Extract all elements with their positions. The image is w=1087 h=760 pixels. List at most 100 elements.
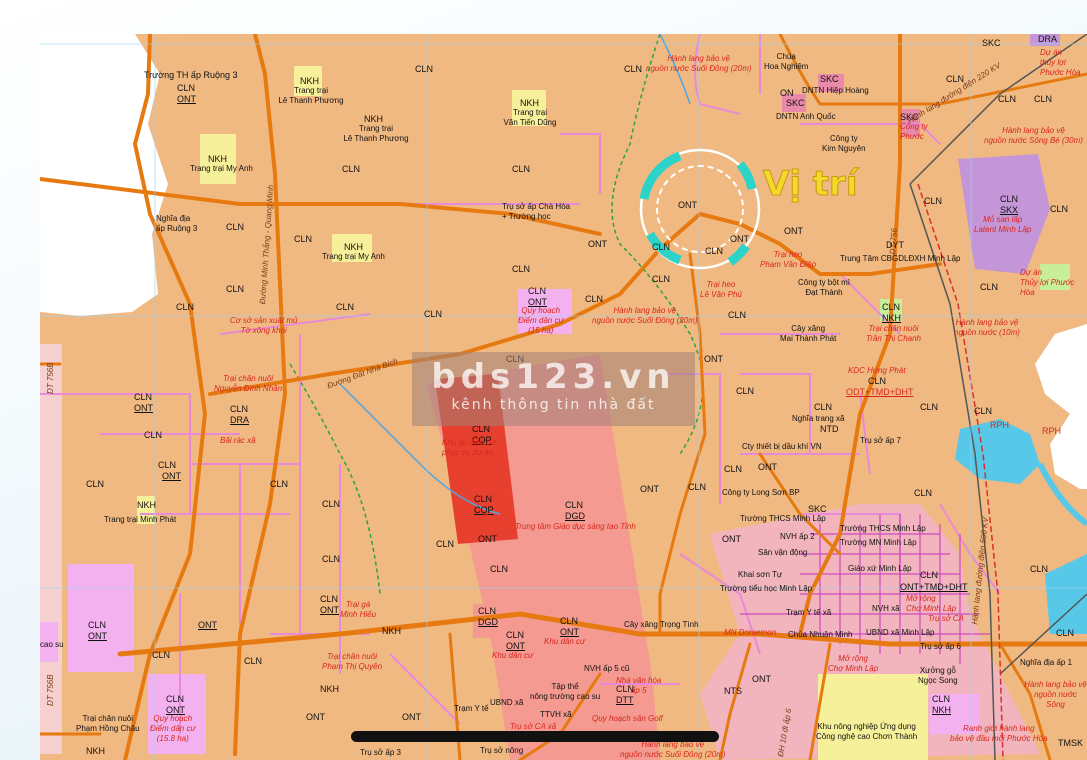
label-quy-hoach-dan-cu-15: Quy hoạch Điểm dân cư (15 ha) bbox=[518, 306, 564, 335]
label-hanh-lang-10m: Hành lang bảo vệ nguồn nước (10m) bbox=[954, 318, 1020, 337]
code-cln-a10: CLN bbox=[226, 284, 245, 294]
label-khu-dan-cu-1: Khu dân cư bbox=[492, 651, 534, 660]
code-cln-a7: CLN bbox=[294, 234, 313, 244]
code-cln-a25: CLN bbox=[152, 650, 171, 660]
code-cln-a4: CLN bbox=[512, 164, 531, 174]
label-trai-chan-nuoi-chanh: Trại chăn nuôi Trần Thị Chanh bbox=[866, 324, 921, 343]
code-cln-a29: CLN bbox=[506, 630, 525, 640]
label-nghia-dia-ap1: Nghĩa địa ấp 1 bbox=[1020, 658, 1073, 667]
code-ont-a9: ONT bbox=[506, 641, 525, 651]
code-skc-top: SKC bbox=[982, 38, 1001, 48]
code-cln-a12: CLN bbox=[424, 309, 443, 319]
code-cln-a27: CLN bbox=[490, 564, 509, 574]
code-cln-a11: CLN bbox=[336, 302, 355, 312]
label-tram-y-te-xa: Trạm Y tế xã bbox=[786, 608, 832, 617]
code-tmsk: TMSK bbox=[1058, 738, 1084, 748]
code-nkh-a3: NKH bbox=[86, 746, 106, 756]
label-mo-rong-cho: Mở rộng Chợ Minh Lập bbox=[828, 654, 879, 673]
label-tap-the: Tập thể nông trường cao su bbox=[530, 682, 601, 701]
code-cln-b18: CLN bbox=[920, 570, 939, 580]
location-label: Vị trí bbox=[762, 164, 858, 205]
code-cln-a14: CLN bbox=[585, 294, 604, 304]
label-cay-xang-thanh-phat: Cây xăng Mai Thành Phát bbox=[780, 324, 837, 343]
label-ranh-gioi: Ranh giới hành lang bảo vệ đầu mối Phước… bbox=[950, 724, 1048, 743]
code-ont-a4: ONT bbox=[134, 403, 153, 413]
code-on: ON bbox=[780, 88, 794, 98]
river-se bbox=[1045, 554, 1087, 634]
label-co-so-san-xuat: Cơ sở sản xuất mủ Tờ xông khói bbox=[230, 316, 298, 335]
label-khu-tai-dinh-cu: Khu tái định cư phục vụ dự án... bbox=[442, 438, 500, 457]
code-cln-b21: CLN bbox=[1030, 564, 1049, 574]
code-cln-a9: CLN bbox=[176, 302, 195, 312]
code-cln-b16: CLN bbox=[724, 464, 743, 474]
label-ubnd-xa: UBND xã bbox=[490, 698, 524, 707]
code-cln-b10: CLN bbox=[736, 386, 755, 396]
code-cqp-2: CQP bbox=[474, 505, 494, 515]
code-cln-b9: CLN bbox=[980, 282, 999, 292]
code-cln-b19: CLN bbox=[932, 694, 951, 704]
label-khai-son-tu: Khai sơn Tự bbox=[738, 570, 783, 579]
label-trai-chan-nuoi-nhan: Trại chăn nuôi Nguyễn Đình Nhân bbox=[214, 374, 283, 393]
code-cln-a1: CLN bbox=[177, 83, 196, 93]
label-dntn-hiep-hoang: DNTN Hiệp Hoàng bbox=[802, 86, 869, 95]
label-truong-thcs-2: Trường THCS Minh Lập bbox=[840, 524, 926, 533]
code-nkh-thanh-phuong-2: NKH bbox=[364, 114, 384, 124]
code-ont-circle-1: ONT bbox=[678, 200, 697, 210]
code-cln-b3: CLN bbox=[1034, 94, 1053, 104]
code-cln-circle-2: CLN bbox=[652, 242, 671, 252]
label-tru-so-ap7: Trụ sở ấp 7 bbox=[860, 436, 901, 445]
zone-khu-nong-nghiep bbox=[818, 674, 928, 760]
label-tram-y-te: Trạm Y tế bbox=[454, 704, 489, 713]
label-truong-th-ruong3: Trường TH ấp Ruộng 3 bbox=[144, 70, 238, 80]
code-cln-a6: CLN bbox=[226, 222, 245, 232]
code-cln-a5: CLN bbox=[342, 164, 361, 174]
label-cao-su: cao su bbox=[40, 640, 64, 649]
code-skc-1: SKC bbox=[820, 74, 839, 84]
code-nkh-my-anh-1: NKH bbox=[208, 154, 228, 164]
code-nkh-a2: NKH bbox=[320, 684, 340, 694]
code-nkh-van-tien-dung: NKH bbox=[520, 98, 540, 108]
label-chua-nhuan-minh: Chùa Nhuận Minh bbox=[788, 630, 853, 639]
code-cln-a26: CLN bbox=[436, 539, 455, 549]
watermark-title: bds123.vn bbox=[431, 357, 676, 397]
map-frame[interactable]: Trường TH ấp Ruộng 3 CLN ONT NKH Trang t… bbox=[40, 34, 1087, 760]
code-ont-a10: ONT bbox=[560, 627, 579, 637]
code-cln-a8: CLN bbox=[512, 264, 531, 274]
label-hanh-lang-song-be: Hành lang bảo vệ nguồn nước Sông Bé (30m… bbox=[984, 126, 1083, 145]
label-trang-trai-my-anh-1: Trang trại My Anh bbox=[190, 164, 253, 173]
code-cln-b6: CLN bbox=[652, 274, 671, 284]
label-xuong-go: Xưởng gỗ Ngọc Song bbox=[918, 666, 958, 685]
code-ont-a8: ONT bbox=[640, 484, 659, 494]
code-ont-a1: ONT bbox=[177, 94, 196, 104]
code-ont-b1: ONT bbox=[784, 226, 803, 236]
label-khu-dan-cu-thuong-mai: Mở rộng Chợ Minh Lập bbox=[906, 594, 957, 613]
label-nghia-trang-xa: Nghĩa trang xã bbox=[792, 414, 845, 423]
code-ont-b3: ONT bbox=[758, 462, 777, 472]
label-trang-trai-thanh-phuong-2: Trang trại Lê Thanh Phương bbox=[343, 124, 409, 143]
label-cong-ty-kim-nguyen: Công ty Kim Nguyên bbox=[822, 134, 866, 153]
code-cln-a28: CLN bbox=[478, 606, 497, 616]
code-nkh-minh-phat: NKH bbox=[137, 500, 157, 510]
code-cln-a24: CLN bbox=[88, 620, 107, 630]
code-ont-b2: ONT bbox=[704, 354, 723, 364]
label-trai-chan-nuoi-quyen: Trại chăn nuôi Phạm Thị Quyên bbox=[322, 652, 383, 671]
code-cln-circle: CLN bbox=[705, 246, 724, 256]
label-hanh-lang-suoi-dong-1: Hành lang bảo vệ nguồn nước Suối Đông (2… bbox=[646, 54, 752, 73]
code-ont-a6: ONT bbox=[88, 631, 107, 641]
code-ont-a7: ONT bbox=[478, 534, 497, 544]
code-cln-a30: CLN bbox=[560, 616, 579, 626]
label-nvh-xa: NVH xã bbox=[872, 604, 900, 613]
code-ont-b4: ONT bbox=[722, 534, 741, 544]
code-odt: ODT+TMD+DHT bbox=[846, 387, 914, 397]
label-hanh-lang-suoi-dong-3: Hành lang bảo vệ nguồn nước Suối Đông (2… bbox=[620, 740, 726, 759]
label-tru-so-nong: Trụ sở nông bbox=[480, 746, 524, 755]
label-truong-tieu-hoc: Trường tiểu học Minh Lập bbox=[720, 584, 813, 593]
label-tru-so-cha-hoa: Trụ sở ấp Chà Hòa + Trường học bbox=[502, 202, 571, 221]
code-skc-4: SKC bbox=[808, 504, 827, 514]
label-bai-rac: Bãi rác xã bbox=[220, 436, 256, 445]
code-cln-a22: CLN bbox=[322, 499, 341, 509]
label-truong-thcs: Trường THCS Minh Lập bbox=[740, 514, 826, 523]
home-indicator-bar[interactable] bbox=[351, 731, 719, 742]
code-dra: DRA bbox=[230, 415, 250, 425]
code-ont-a15: ONT bbox=[402, 712, 421, 722]
